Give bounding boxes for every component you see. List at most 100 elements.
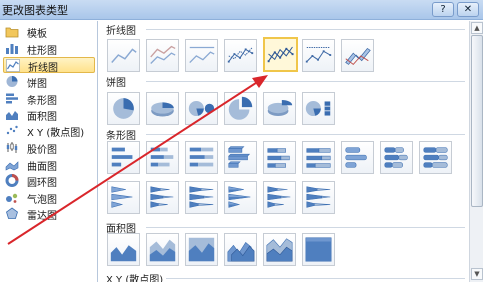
line-subtype-stacked-markers[interactable] [263,37,298,72]
3d-percent-stacked-bar-icon [306,148,331,168]
pie-subtype-bar-of-pie[interactable] [302,92,335,125]
cylinder-bar-icon [345,147,367,168]
bar-subtype-3d-stacked[interactable] [263,141,296,174]
exploded-3d-pie-icon [267,100,293,117]
percent-stacked-area-icon [188,237,215,262]
percent-stacked-bar-icon [189,147,214,167]
stacked-line-with-markers-icon [267,46,294,63]
chevron-up-icon: ▲ [474,24,480,32]
line-subtype-stacked[interactable] [146,39,179,72]
scroll-thumb[interactable] [471,35,483,207]
chart-subtype-gallery: 折线图 饼图 条形图 面积图 X Y (散点图) [100,21,469,282]
percent-pyramid-bar-icon [306,186,331,208]
bar-subtype-cylinder[interactable] [341,141,374,174]
category-bubble[interactable]: 气泡图 [3,190,95,206]
line-chart-icon [111,48,137,64]
area-subtype-area[interactable] [107,233,140,266]
stacked-cylinder-bar-icon [384,147,408,168]
pie-subtype-exploded[interactable] [224,92,257,125]
bar-subtype-3d-clustered[interactable] [224,141,257,174]
pie-subtype-pie-of-pie[interactable] [185,92,218,125]
pie-chart-icon [6,76,18,87]
stacked-area-icon [149,239,176,262]
line-subtype-markers[interactable] [224,39,257,72]
stacked-line-icon [150,45,176,64]
doughnut-chart-icon [5,174,19,187]
area-subtype-stacked[interactable] [146,233,179,266]
line-chart-icon [6,59,20,72]
bar-subtype-stacked[interactable] [146,141,179,174]
category-pie[interactable]: 饼图 [3,74,95,90]
pie-chart-icon [113,98,134,119]
category-label: 饼图 [27,79,47,90]
category-scatter[interactable]: X Y (散点图) [3,123,95,139]
column-chart-icon [6,44,18,54]
line-with-markers-icon [227,47,254,63]
bar-subtype-100-stacked[interactable] [185,141,218,174]
section-title-bar: 条形图 [106,131,136,142]
bar-subtype-3d-100-stacked[interactable] [302,141,335,174]
gallery-scrollbar[interactable]: ▲ ▼ [469,21,483,282]
area-subtype-3d-stacked[interactable] [263,233,296,266]
bar-subtype-clustered[interactable] [107,141,140,174]
bar-subtype-100-pyramid[interactable] [302,181,335,214]
scatter-chart-icon [6,125,18,135]
section-divider [146,81,465,82]
bar-subtype-cone[interactable] [107,181,140,214]
section-title-scatter: X Y (散点图) [106,275,164,282]
help-button[interactable]: ? [432,2,454,17]
line-subtype-100-stacked[interactable] [185,39,218,72]
percent-stacked-line-icon [189,46,215,64]
area-subtype-3d-100-stacked[interactable] [302,233,335,266]
bar-subtype-stacked-cone[interactable] [146,181,179,214]
category-doughnut[interactable]: 圆环图 [3,173,95,189]
3d-stacked-area-icon [266,238,293,262]
line-subtype-3d[interactable] [341,39,374,72]
section-divider [146,29,465,30]
category-column[interactable]: 柱形图 [3,41,95,57]
category-label: 气泡图 [27,195,57,206]
line-subtype-100-markers[interactable] [302,39,335,72]
bar-subtype-pyramid[interactable] [224,181,257,214]
chevron-down-icon: ▼ [474,270,480,278]
stacked-bar-icon [150,147,174,167]
3d-stacked-bar-icon [267,148,290,168]
stock-chart-icon [6,142,18,153]
window-title: 更改图表类型 [2,4,68,17]
chart-category-list: 模板 柱形图 折线图 饼图 条形图 面积图 X Y (散点图) 股价图 曲面图 … [0,21,98,282]
pie-subtype-3d[interactable] [146,92,179,125]
section-divider [146,134,465,135]
close-button[interactable]: ✕ [457,2,479,17]
area-subtype-100-stacked[interactable] [185,233,218,266]
category-radar[interactable]: 雷达图 [3,206,95,222]
pie-subtype-exploded-3d[interactable] [263,92,296,125]
bar-subtype-stacked-cylinder[interactable] [380,141,413,174]
category-label: 股价图 [27,145,57,156]
area-chart-icon [110,245,137,262]
bar-subtype-100-cone[interactable] [185,181,218,214]
scroll-down-button[interactable]: ▼ [471,268,483,280]
clustered-bar-icon [111,147,133,167]
folder-icon [5,27,19,38]
surface-chart-icon [5,161,19,171]
area-subtype-3d[interactable] [224,233,257,266]
bar-subtype-100-cylinder[interactable] [419,141,452,174]
3d-line-icon [345,47,371,66]
category-stock[interactable]: 股价图 [3,140,95,156]
section-title-pie: 饼图 [106,78,126,89]
scroll-up-button[interactable]: ▲ [471,22,483,34]
category-line[interactable]: 折线图 [3,57,95,74]
stacked-pyramid-bar-icon [267,186,291,208]
percent-cylinder-bar-icon [423,147,448,168]
pie-subtype-pie[interactable] [107,92,140,125]
category-bar[interactable]: 条形图 [3,91,95,107]
radar-chart-icon [6,207,18,219]
exploded-pie-icon [228,96,253,120]
bar-subtype-stacked-pyramid[interactable] [263,181,296,214]
percent-line-with-markers-icon [305,46,332,63]
category-templates[interactable]: 模板 [3,24,95,40]
category-surface[interactable]: 曲面图 [3,157,95,173]
category-area[interactable]: 面积图 [3,107,95,123]
bubble-chart-icon [6,193,18,203]
line-subtype-line[interactable] [107,39,140,72]
